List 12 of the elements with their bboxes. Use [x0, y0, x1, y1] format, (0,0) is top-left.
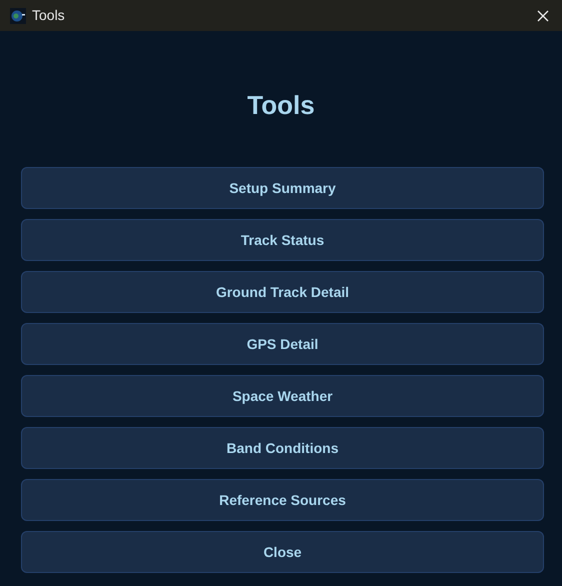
tool-button[interactable]: Reference Sources — [21, 479, 544, 521]
dialog-heading: Tools — [246, 89, 316, 121]
tool-button[interactable]: Band Conditions — [21, 427, 544, 469]
tool-button[interactable]: Ground Track Detail — [21, 271, 544, 313]
tool-button[interactable]: Space Weather — [21, 375, 544, 417]
close-icon[interactable] — [537, 10, 549, 22]
tool-button[interactable]: Setup Summary — [21, 167, 544, 209]
tool-button[interactable]: GPS Detail — [21, 323, 544, 365]
tool-button[interactable]: Close — [21, 531, 544, 573]
globe-icon — [10, 8, 26, 24]
tool-button[interactable]: Track Status — [21, 219, 544, 261]
window-title: Tools — [32, 6, 65, 25]
